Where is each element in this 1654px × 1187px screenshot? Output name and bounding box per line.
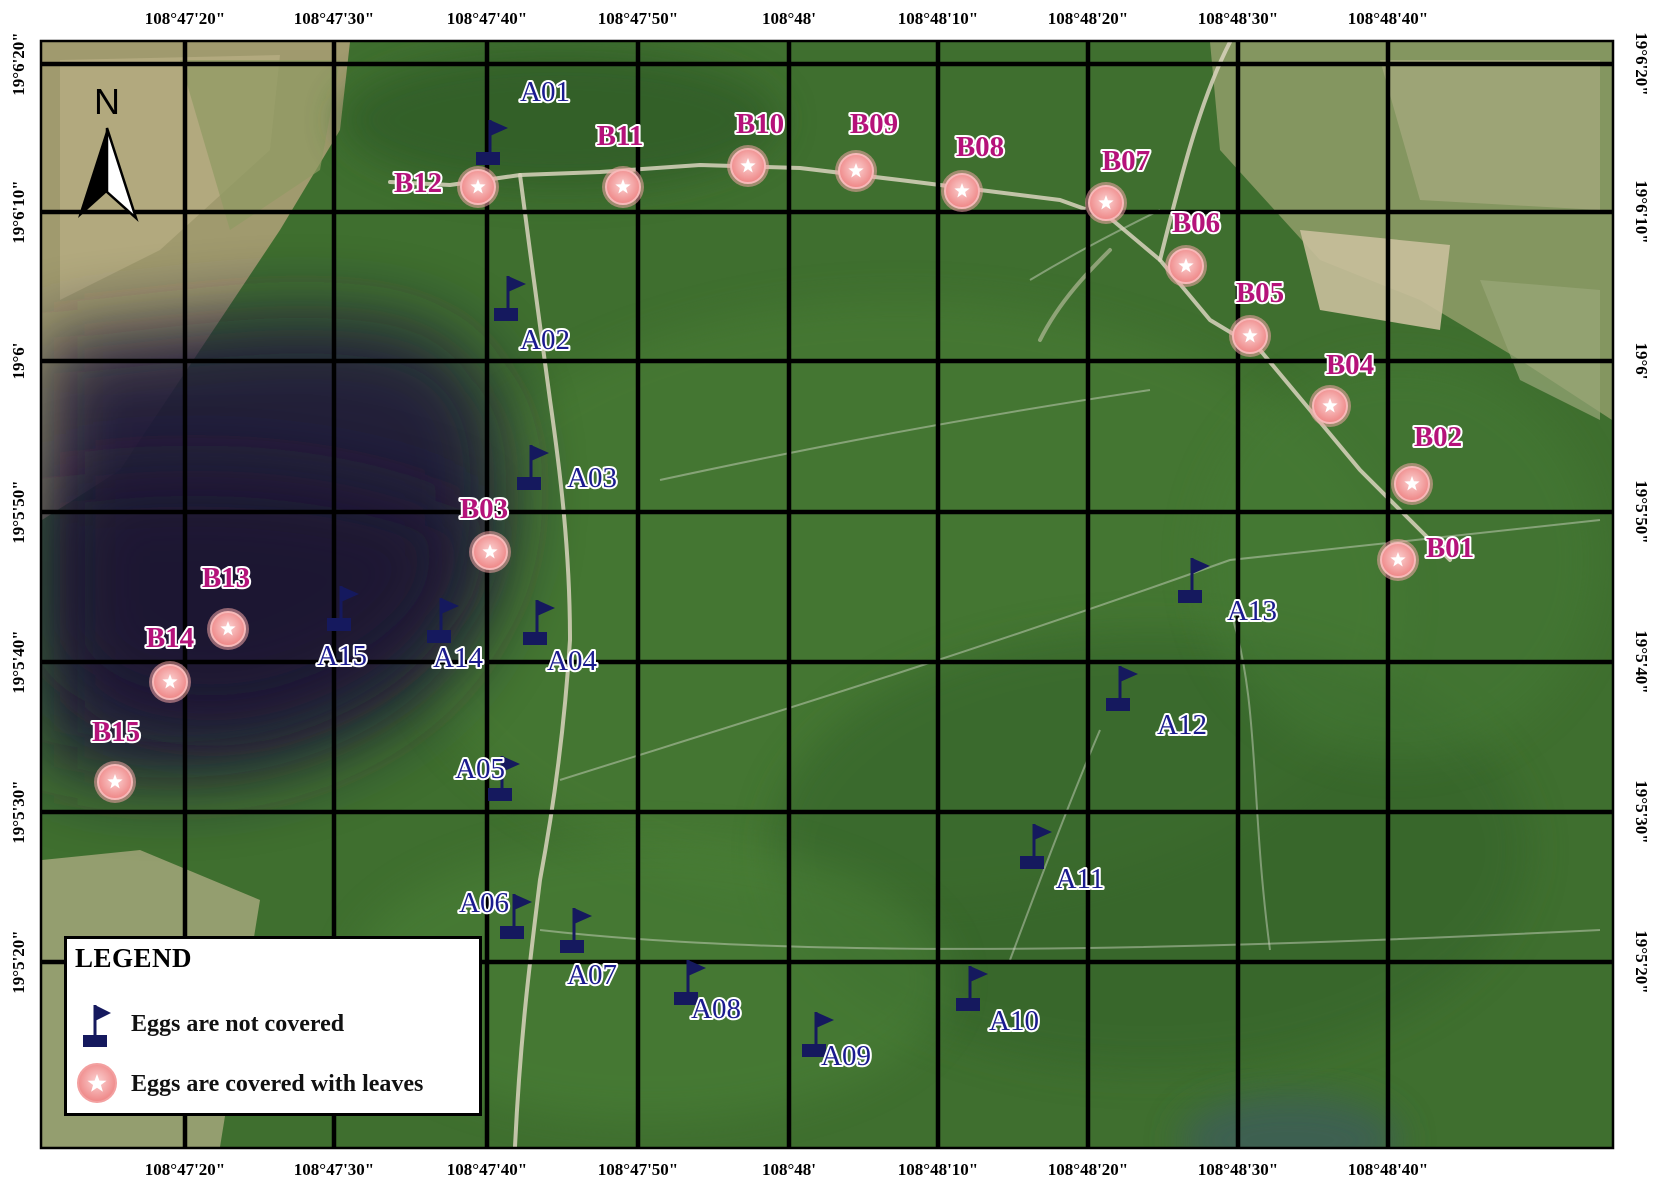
longitude-label-bottom: 108°48'20" (1048, 1160, 1128, 1179)
longitude-label-top: 108°47'30" (294, 9, 374, 28)
site-label-a12: A12 (1157, 709, 1207, 741)
longitude-label-bottom: 108°48'40" (1348, 1160, 1428, 1179)
latitude-label-right: 19°5'20" (1632, 930, 1651, 993)
star-circle-icon (94, 761, 136, 803)
longitude-label-bottom: 108°48' (762, 1160, 816, 1179)
longitude-label-top: 108°48'40" (1348, 9, 1428, 28)
site-label-a11: A11 (1056, 863, 1105, 895)
site-label-a04: A04 (547, 645, 597, 677)
latitude-label-left: 19°6'10" (9, 180, 28, 243)
site-label-b10: B10 (736, 108, 784, 140)
north-label: N (94, 81, 120, 122)
star-circle-icon (207, 608, 249, 650)
latitude-label-left: 19°5'50" (9, 480, 28, 543)
latitude-label-right: 19°5'50" (1632, 480, 1651, 543)
site-label-b02: B02 (1414, 421, 1462, 453)
site-label-b01: B01 (1426, 532, 1474, 564)
site-label-b08: B08 (956, 131, 1004, 163)
site-label-b06: B06 (1172, 207, 1220, 239)
star-circle-icon (469, 531, 511, 573)
site-label-b13: B13 (202, 562, 250, 594)
latitude-label-right: 19°5'40" (1632, 630, 1651, 693)
latitude-label-right: 19°6' (1632, 342, 1651, 379)
site-label-a14: A14 (433, 642, 483, 674)
site-label-b11: B11 (597, 120, 644, 152)
site-label-a05: A05 (455, 753, 505, 785)
longitude-label-top: 108°48'30" (1198, 9, 1278, 28)
latitude-label-left: 19°6'20" (9, 32, 28, 95)
star-circle-icon (835, 150, 877, 192)
site-label-a08: A08 (691, 993, 741, 1025)
site-label-b04: B04 (1326, 349, 1374, 381)
longitude-label-bottom: 108°48'10" (898, 1160, 978, 1179)
longitude-label-top: 108°47'50" (598, 9, 678, 28)
site-label-b14: B14 (146, 622, 194, 654)
star-circle-icon (457, 166, 499, 208)
longitude-label-top: 108°48'10" (898, 9, 978, 28)
longitude-label-top: 108°48' (762, 9, 816, 28)
site-label-a02: A02 (520, 324, 570, 356)
site-label-b05: B05 (1236, 277, 1284, 309)
star-circle-icon (1391, 463, 1433, 505)
star-circle-icon (727, 145, 769, 187)
site-label-a01: A01 (520, 76, 570, 108)
longitude-label-top: 108°48'20" (1048, 9, 1128, 28)
north-arrow-icon: N (78, 81, 139, 223)
longitude-label-bottom: 108°47'40" (447, 1160, 527, 1179)
site-label-a06: A06 (459, 887, 509, 919)
longitude-label-bottom: 108°48'30" (1198, 1160, 1278, 1179)
site-label-a03: A03 (567, 462, 617, 494)
latitude-label-left: 19°5'40" (9, 630, 28, 693)
star-circle-icon (1165, 245, 1207, 287)
longitude-label-bottom: 108°47'20" (145, 1160, 225, 1179)
site-label-a15: A15 (317, 640, 367, 672)
longitude-label-top: 108°47'40" (447, 9, 527, 28)
site-label-b12: B12 (394, 167, 442, 199)
latitude-label-right: 19°6'10" (1632, 180, 1651, 243)
star-circle-icon (602, 166, 644, 208)
longitude-label-bottom: 108°47'50" (598, 1160, 678, 1179)
legend-label-not-covered: Eggs are not covered (131, 1011, 345, 1037)
site-label-b03: B03 (460, 493, 508, 525)
latitude-label-left: 19°5'20" (9, 930, 28, 993)
star-circle-icon (77, 1063, 117, 1103)
legend-label-covered: Eggs are covered with leaves (131, 1071, 424, 1097)
site-label-a13: A13 (1227, 595, 1277, 627)
latitude-label-left: 19°6' (9, 342, 28, 379)
north-arrow: N (70, 80, 144, 225)
latitude-label-right: 19°6'20" (1632, 32, 1651, 95)
longitude-label-top: 108°47'20" (145, 9, 225, 28)
legend-title: LEGEND (75, 943, 193, 973)
legend-item-covered: Eggs are covered with leaves (67, 1059, 479, 1109)
map-legend: LEGEND Eggs are not covered Eggs are cov… (64, 936, 482, 1116)
star-circle-icon (149, 661, 191, 703)
star-circle-icon (1309, 385, 1351, 427)
latitude-label-right: 19°5'30" (1632, 780, 1651, 843)
site-label-b15: B15 (92, 716, 140, 748)
star-circle-icon (1229, 315, 1271, 357)
site-label-a07: A07 (567, 959, 617, 991)
site-label-b07: B07 (1102, 145, 1150, 177)
latitude-label-left: 19°5'30" (9, 780, 28, 843)
site-label-a10: A10 (989, 1005, 1039, 1037)
star-circle-icon (941, 170, 983, 212)
flag-icon (83, 1005, 111, 1047)
longitude-label-bottom: 108°47'30" (294, 1160, 374, 1179)
star-circle-icon (1085, 182, 1127, 224)
star-circle-icon (1377, 539, 1419, 581)
site-label-b09: B09 (850, 108, 898, 140)
site-label-a09: A09 (821, 1040, 871, 1072)
legend-item-not-covered: Eggs are not covered (67, 999, 479, 1049)
